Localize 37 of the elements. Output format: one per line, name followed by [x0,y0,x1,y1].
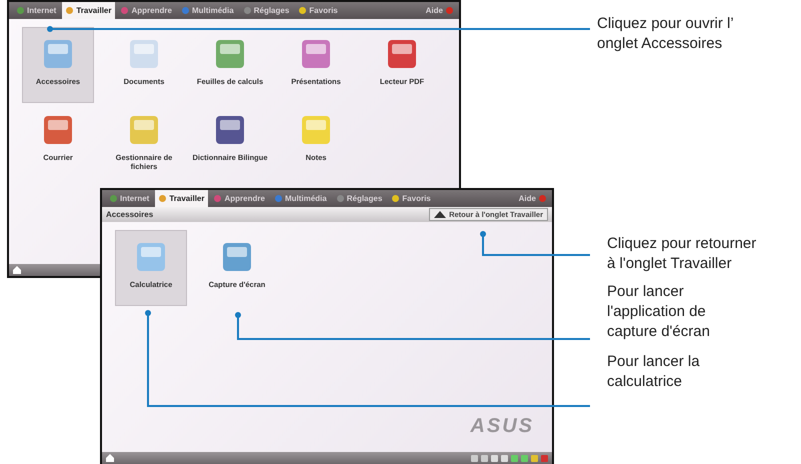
tab-icon [66,7,74,14]
tab[interactable]: Apprendre [210,190,269,207]
tab[interactable]: Internet [13,2,60,19]
callout-text: Pour lancer l'application de capture d'écran [607,282,711,342]
tab[interactable]: Multimédia [178,2,238,19]
tab-icon [392,195,400,202]
tab[interactable]: Favoris [388,190,435,207]
tab-icon [274,195,282,202]
help-button[interactable]: Aide [518,190,548,207]
tab-icon [336,195,344,202]
tab[interactable]: Travailler [62,2,116,19]
tab-icon [182,7,189,14]
tab[interactable]: Multimédia [270,190,331,207]
help-button[interactable]: Aide [426,2,455,19]
tab[interactable]: Réglages [332,190,386,207]
tab-icon [17,7,24,14]
section-title: Accessoires [106,210,154,219]
tab-icon [110,195,117,202]
triangle-icon [434,211,446,218]
tab-icon [299,7,306,14]
tab-icon [121,7,128,14]
tab-icon [244,7,251,14]
tab[interactable]: Favoris [295,2,342,19]
tab[interactable]: Apprendre [117,2,176,19]
power-icon [446,7,453,14]
callout-text: Cliquez pour retourner à l'onglet Travailler [607,234,756,274]
brand-logo: ASUS [470,415,534,438]
power-icon [539,195,546,202]
callout-text: Cliquez pour ouvrir l’ onglet Accessoires [597,14,735,54]
tab[interactable]: Réglages [240,2,294,19]
tab-icon [214,195,222,202]
tab[interactable]: Internet [106,190,154,207]
callout-text: Pour lancer la calculatrice [607,352,701,392]
home-icon [106,454,114,462]
home-icon [13,266,21,274]
tab[interactable]: Travailler [155,190,208,207]
tab-icon [159,195,166,202]
